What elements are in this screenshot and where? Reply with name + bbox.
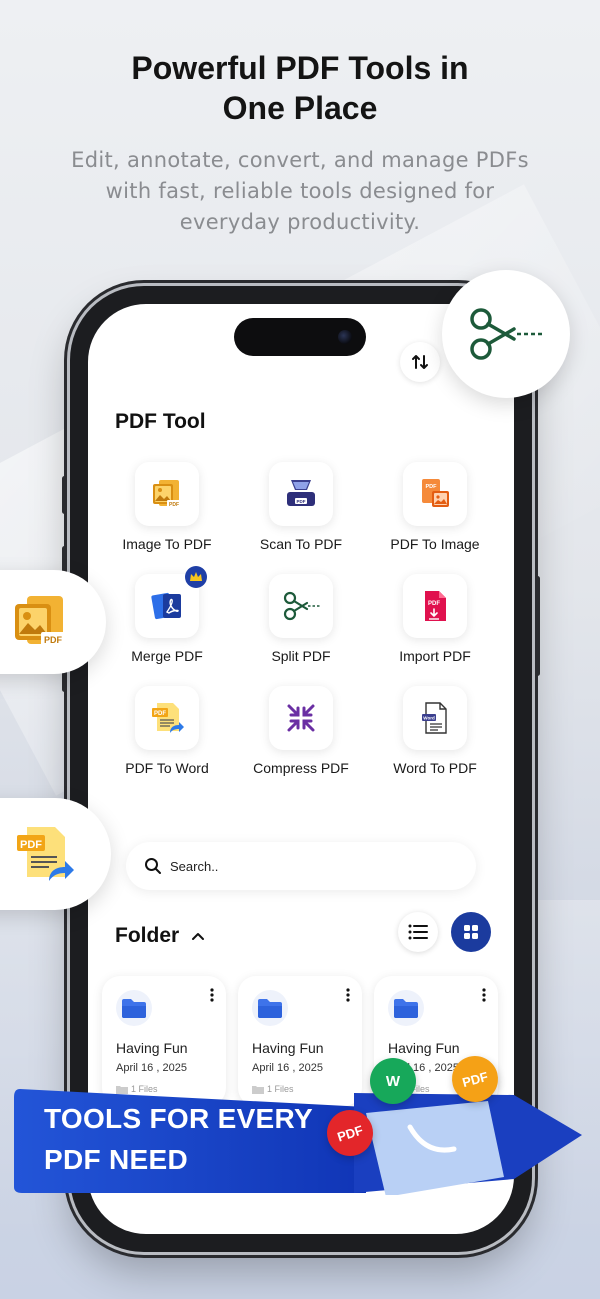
tool-import-pdf[interactable]: PDF Import PDF (368, 574, 502, 664)
svg-text:PDF: PDF (297, 499, 306, 504)
tool-scan-to-pdf[interactable]: PDF Scan To PDF (234, 462, 368, 552)
import-pdf-icon: PDF (425, 591, 446, 621)
folder-title: Folder (115, 924, 180, 947)
svg-text:PDF: PDF (428, 601, 440, 607)
search-placeholder: Search.. (170, 858, 219, 874)
folder-name: Having Fun (388, 1040, 460, 1056)
tool-merge-pdf[interactable]: Merge PDF (100, 566, 234, 664)
tool-label: Word To PDF (393, 760, 477, 776)
svg-text:PDF: PDF (44, 635, 63, 645)
image-to-pdf-icon: PDF (15, 596, 65, 646)
pdf-to-word-bubble: PDF (0, 798, 111, 910)
folder-section-header[interactable]: Folder (115, 924, 205, 948)
page-headline: Powerful PDF Tools in One Place (0, 48, 600, 128)
tool-label: PDF To Word (125, 760, 209, 776)
phone-action-button (62, 476, 67, 514)
svg-text:PDF: PDF (154, 711, 166, 717)
search-icon (145, 858, 161, 874)
list-view-icon (408, 924, 428, 940)
tool-label: PDF To Image (390, 536, 480, 552)
folder-name: Having Fun (252, 1040, 324, 1056)
chevron-up-icon[interactable] (191, 931, 205, 941)
tool-tile[interactable]: Word (403, 686, 467, 750)
tool-tile[interactable] (269, 686, 333, 750)
compress-icon (287, 704, 315, 732)
folder-date: April 16 , 2025 (252, 1062, 323, 1074)
grid-view-button[interactable] (451, 912, 491, 952)
folder-name: Having Fun (116, 1040, 188, 1056)
word-to-pdf-icon: Word (422, 702, 447, 734)
tool-tile[interactable]: PDF (135, 686, 199, 750)
tool-tile[interactable]: PDF (403, 574, 467, 638)
list-view-button[interactable] (398, 912, 438, 952)
scissors-bubble (442, 270, 570, 398)
subhead-line-1: Edit, annotate, convert, and manage PDFs (71, 148, 529, 172)
tool-tile[interactable] (135, 566, 207, 638)
merge-pdf-icon (151, 592, 181, 620)
crown-icon (190, 572, 202, 581)
sort-arrows-icon (412, 355, 428, 369)
search-bar[interactable]: Search.. (126, 842, 476, 890)
tool-tile[interactable]: PDF (403, 462, 467, 526)
tool-label: Merge PDF (131, 648, 203, 664)
folder-icon-wrap (116, 990, 152, 1026)
sort-button[interactable] (400, 342, 440, 382)
headline-line-2: One Place (222, 90, 378, 126)
more-options-icon[interactable] (346, 988, 350, 1002)
more-options-icon[interactable] (210, 988, 214, 1002)
page-subheadline: Edit, annotate, convert, and manage PDFs… (40, 145, 560, 238)
svg-text:PDF: PDF (169, 502, 179, 508)
subhead-line-2: with fast, reliable tools designed for (105, 179, 495, 203)
banner-line-1: TOOLS FOR EVERY (44, 1103, 313, 1134)
folder-date: April 16 , 2025 (116, 1062, 187, 1074)
folder-icon (122, 999, 146, 1018)
camera-lens (338, 330, 352, 344)
tool-pdf-to-word[interactable]: PDF PDF To Word (100, 686, 234, 776)
scissors-icon (470, 308, 543, 360)
tool-compress-pdf[interactable]: Compress PDF (234, 686, 368, 776)
tool-tile[interactable] (269, 574, 333, 638)
folder-icon (394, 999, 418, 1018)
tool-image-to-pdf[interactable]: PDF Image To PDF (100, 462, 234, 552)
tool-label: Compress PDF (253, 760, 349, 776)
tool-split-pdf[interactable]: Split PDF (234, 574, 368, 664)
headline-line-1: Powerful PDF Tools in (131, 50, 469, 86)
scanner-icon: PDF (287, 480, 315, 506)
banner-text: TOOLS FOR EVERY PDF NEED (44, 1098, 313, 1180)
pdf-to-word-icon: PDF (152, 703, 184, 733)
tool-pdf-to-image[interactable]: PDF PDF To Image (368, 462, 502, 552)
tool-label: Import PDF (399, 648, 471, 664)
image-to-pdf-icon: PDF (153, 480, 181, 508)
image-to-pdf-bubble: PDF (0, 570, 106, 674)
pdf-to-image-icon: PDF (422, 479, 449, 507)
svg-text:PDF: PDF (20, 839, 42, 851)
svg-text:Word: Word (423, 716, 435, 721)
premium-badge (185, 566, 207, 588)
folder-icon-wrap (388, 990, 424, 1026)
scissors-icon (283, 591, 320, 621)
pdf-to-word-icon: PDF (16, 827, 74, 881)
tool-tile[interactable]: PDF (269, 462, 333, 526)
tool-label: Scan To PDF (259, 536, 343, 552)
tool-label: Image To PDF (122, 536, 212, 552)
folder-icon-wrap (252, 990, 288, 1026)
pdf-tool-title: PDF Tool (115, 410, 206, 433)
phone-power-button (535, 576, 540, 676)
tool-tile[interactable]: PDF (135, 462, 199, 526)
tool-label: Split PDF (271, 648, 331, 664)
grid-view-icon (464, 925, 478, 939)
subhead-line-3: everyday productivity. (179, 210, 421, 234)
dynamic-island (234, 318, 366, 356)
folder-icon (258, 999, 282, 1018)
tool-word-to-pdf[interactable]: Word Word To PDF (368, 686, 502, 776)
svg-text:PDF: PDF (426, 484, 438, 490)
word-badge: W (370, 1058, 416, 1104)
banner-line-2: PDF NEED (44, 1144, 188, 1175)
more-options-icon[interactable] (482, 988, 486, 1002)
